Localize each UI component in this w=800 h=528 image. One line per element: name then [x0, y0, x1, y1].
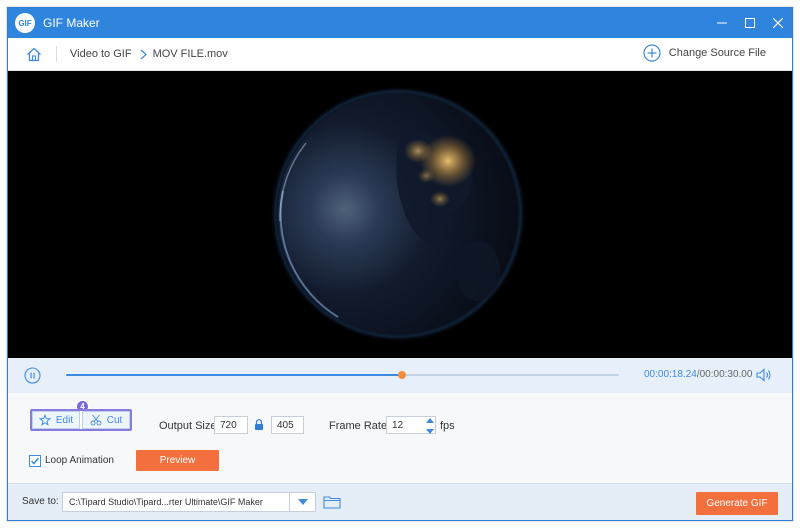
close-button[interactable] [764, 8, 792, 38]
change-source-file-label: Change Source File [668, 47, 766, 59]
gif-maker-window: GIF GIF Maker Video to GIF MOV FILE.mov … [7, 7, 793, 521]
chevron-right-icon [140, 49, 147, 60]
maximize-button[interactable] [736, 8, 764, 38]
output-size-label: Output Size: [159, 420, 220, 432]
speaker-icon [756, 368, 771, 382]
app-logo: GIF [15, 13, 35, 33]
breadcrumb-file-name: MOV FILE.mov [152, 48, 228, 60]
loop-animation-checkbox[interactable] [29, 455, 41, 467]
output-width-input[interactable]: 720 [214, 416, 248, 434]
edit-cut-group: Edit Cut [30, 409, 132, 431]
gif-settings-panel: 4 Edit Cut Output Size: 720 405 Frame Ra… [8, 393, 792, 483]
nav-divider [56, 46, 57, 62]
output-height-input[interactable]: 405 [271, 416, 304, 434]
change-source-file-button[interactable]: Change Source File [643, 44, 766, 62]
cut-button[interactable]: Cut [82, 411, 130, 429]
breadcrumb-video-to-gif[interactable]: Video to GIF [70, 48, 132, 60]
minimize-button[interactable] [708, 8, 736, 38]
edit-label: Edit [55, 414, 74, 426]
minimize-icon [717, 22, 727, 24]
close-icon [773, 18, 783, 28]
breadcrumb: Video to GIF MOV FILE.mov Change Source … [8, 38, 792, 71]
footer-bar: Save to: C:\Tipard Studio\Tipard...rter … [8, 483, 792, 520]
preview-button[interactable]: Preview [136, 450, 219, 471]
window-controls [708, 8, 792, 38]
maximize-icon [745, 18, 755, 28]
magic-wand-icon [38, 414, 51, 426]
time-readout: 00:00:18.24/00:00:30.00 [644, 369, 752, 380]
scissors-icon [90, 414, 102, 426]
pause-button[interactable] [24, 367, 41, 384]
volume-button[interactable] [756, 367, 772, 383]
progress-thumb[interactable] [398, 371, 407, 379]
frame-rate-stepper[interactable] [425, 416, 435, 436]
playback-bar: 00:00:18.24/00:00:30.00 [8, 358, 792, 393]
cut-label: Cut [106, 414, 123, 426]
edit-button[interactable]: Edit [32, 411, 80, 429]
stepper-down-icon[interactable] [425, 428, 435, 436]
save-path-field[interactable]: C:\Tipard Studio\Tipard...rter Ultimate\… [62, 492, 290, 512]
folder-icon [323, 496, 341, 509]
earth-at-night-image [270, 86, 526, 342]
current-time: 00:00:18.24 [644, 369, 697, 380]
generate-gif-button[interactable]: Generate GIF [696, 492, 778, 515]
stepper-up-icon[interactable] [425, 416, 435, 424]
home-button[interactable] [24, 44, 44, 64]
progress-track[interactable] [66, 371, 619, 379]
lock-icon[interactable] [254, 419, 264, 430]
home-icon [27, 47, 41, 61]
open-folder-button[interactable] [323, 494, 341, 510]
window-title: GIF Maker [43, 16, 100, 30]
add-circle-icon [643, 44, 661, 62]
save-to-label: Save to: [22, 496, 59, 507]
total-time: /00:00:30.00 [696, 369, 753, 380]
progress-fill [66, 374, 403, 376]
pause-icon [24, 367, 41, 384]
checkmark-icon [30, 457, 40, 465]
loop-animation-label: Loop Animation [45, 455, 114, 466]
video-preview [8, 71, 792, 358]
title-bar: GIF GIF Maker [8, 8, 792, 38]
fps-label: fps [440, 420, 455, 432]
chevron-down-icon [297, 499, 308, 505]
save-path-dropdown[interactable] [290, 492, 316, 512]
frame-rate-label: Frame Rate: [329, 420, 391, 432]
